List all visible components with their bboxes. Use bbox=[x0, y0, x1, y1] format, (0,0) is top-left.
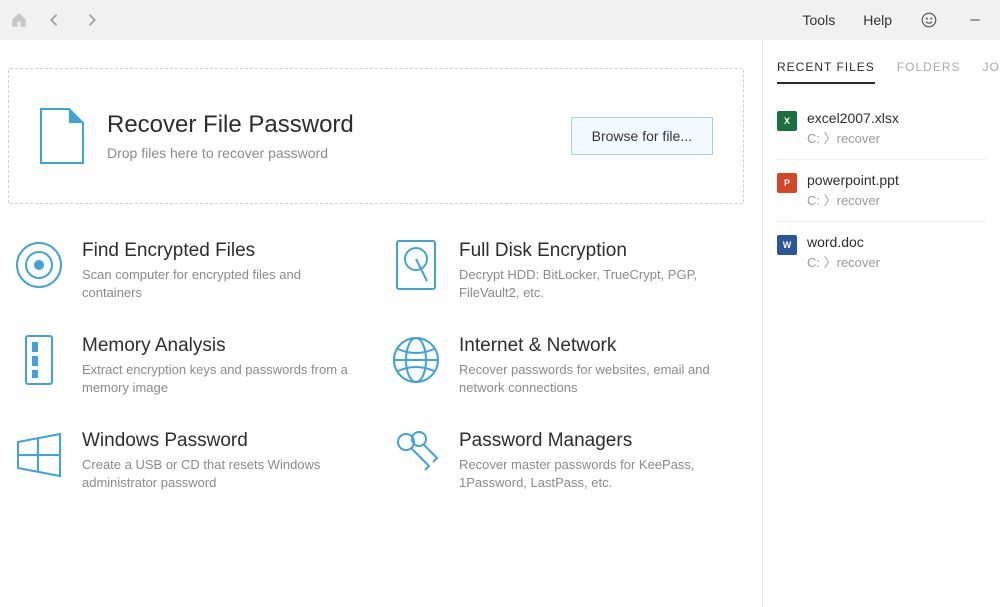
card-title: Internet & Network bbox=[459, 335, 738, 357]
card-desc: Decrypt HDD: BitLocker, TrueCrypt, PGP, … bbox=[459, 266, 738, 301]
main: Recover File Password Drop files here to… bbox=[0, 40, 1000, 607]
forward-icon[interactable] bbox=[82, 11, 100, 29]
hdd-icon bbox=[391, 240, 441, 290]
word-icon: W bbox=[777, 235, 797, 255]
toolbar: Tools Help bbox=[0, 0, 1000, 40]
recent-list: X excel2007.xlsx C: 〉recover P powerpoin… bbox=[777, 98, 986, 283]
cards-grid: Find Encrypted Files Scan computer for e… bbox=[8, 240, 744, 491]
tab-recent-files[interactable]: RECENT FILES bbox=[777, 60, 875, 84]
card-windows[interactable]: Windows Password Create a USB or CD that… bbox=[14, 430, 361, 491]
home-icon[interactable] bbox=[10, 11, 28, 29]
tab-folders[interactable]: FOLDERS bbox=[897, 60, 961, 84]
recent-name: word.doc bbox=[807, 234, 880, 250]
card-password-managers[interactable]: Password Managers Recover master passwor… bbox=[391, 430, 738, 491]
dropzone[interactable]: Recover File Password Drop files here to… bbox=[8, 68, 744, 204]
file-icon bbox=[39, 107, 85, 165]
tools-menu[interactable]: Tools bbox=[803, 12, 836, 28]
card-title: Find Encrypted Files bbox=[82, 240, 361, 262]
recent-name: powerpoint.ppt bbox=[807, 172, 899, 188]
recent-name: excel2007.xlsx bbox=[807, 110, 899, 126]
excel-icon: X bbox=[777, 111, 797, 131]
recent-item[interactable]: X excel2007.xlsx C: 〉recover bbox=[777, 98, 986, 160]
dropzone-text: Recover File Password Drop files here to… bbox=[107, 111, 354, 161]
keys-icon bbox=[391, 430, 441, 480]
card-desc: Extract encryption keys and passwords fr… bbox=[82, 361, 361, 396]
globe-icon bbox=[391, 335, 441, 385]
minimize-icon[interactable] bbox=[966, 11, 984, 29]
powerpoint-icon: P bbox=[777, 173, 797, 193]
recent-item[interactable]: P powerpoint.ppt C: 〉recover bbox=[777, 160, 986, 222]
card-desc: Create a USB or CD that resets Windows a… bbox=[82, 456, 361, 491]
sidebar-tabs: RECENT FILES FOLDERS JOBS bbox=[777, 60, 986, 84]
card-title: Memory Analysis bbox=[82, 335, 361, 357]
ram-icon bbox=[14, 335, 64, 385]
card-desc: Recover master passwords for KeePass, 1P… bbox=[459, 456, 738, 491]
card-internet[interactable]: Internet & Network Recover passwords for… bbox=[391, 335, 738, 396]
card-find-encrypted[interactable]: Find Encrypted Files Scan computer for e… bbox=[14, 240, 361, 301]
recent-path: C: 〉recover bbox=[807, 252, 880, 271]
browse-button[interactable]: Browse for file... bbox=[571, 117, 713, 155]
content: Recover File Password Drop files here to… bbox=[0, 40, 762, 607]
card-full-disk[interactable]: Full Disk Encryption Decrypt HDD: BitLoc… bbox=[391, 240, 738, 301]
recent-path: C: 〉recover bbox=[807, 190, 899, 209]
dropzone-title: Recover File Password bbox=[107, 111, 354, 139]
recent-path: C: 〉recover bbox=[807, 128, 899, 147]
back-icon[interactable] bbox=[46, 11, 64, 29]
toolbar-right: Tools Help bbox=[803, 11, 990, 29]
card-memory[interactable]: Memory Analysis Extract encryption keys … bbox=[14, 335, 361, 396]
recent-item[interactable]: W word.doc C: 〉recover bbox=[777, 222, 986, 283]
tab-jobs[interactable]: JOBS bbox=[983, 60, 1000, 84]
smile-icon[interactable] bbox=[920, 11, 938, 29]
card-title: Full Disk Encryption bbox=[459, 240, 738, 262]
disc-icon bbox=[14, 240, 64, 290]
dropzone-subtitle: Drop files here to recover password bbox=[107, 145, 354, 161]
toolbar-left bbox=[10, 11, 100, 29]
help-menu[interactable]: Help bbox=[863, 12, 892, 28]
card-title: Password Managers bbox=[459, 430, 738, 452]
sidebar: RECENT FILES FOLDERS JOBS X excel2007.xl… bbox=[762, 40, 1000, 607]
card-desc: Scan computer for encrypted files and co… bbox=[82, 266, 361, 301]
card-desc: Recover passwords for websites, email an… bbox=[459, 361, 738, 396]
card-title: Windows Password bbox=[82, 430, 361, 452]
windows-icon bbox=[14, 430, 64, 480]
